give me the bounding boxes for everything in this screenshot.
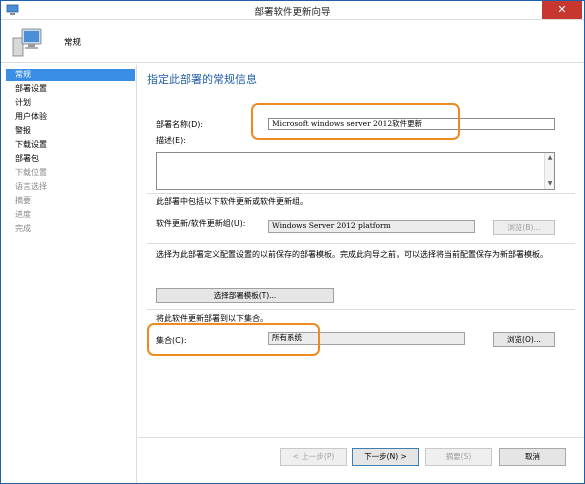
collection-field: 所有系统 <box>268 332 465 345</box>
select-template-button[interactable]: 选择部署模板(T)... <box>156 288 334 303</box>
update-group-label: 软件更新/软件更新组(U): <box>156 219 246 228</box>
nav-item-summary: 摘要 <box>15 196 31 205</box>
wizard-window: 部署软件更新向导 ✕ 常规 常规 部署设置 计划 用户体验 警报 下载设置 部署… <box>0 0 585 484</box>
nav-item-completion: 完成 <box>15 224 31 233</box>
summary-button: 摘要(S) <box>425 448 492 466</box>
separator <box>147 193 575 194</box>
header-title: 常规 <box>64 38 82 48</box>
collection-intro: 将此软件更新部署到以下集合。 <box>156 314 268 323</box>
wizard-nav: 常规 部署设置 计划 用户体验 警报 下载设置 部署包 下载位置 语言选择 摘要… <box>1 65 137 483</box>
wizard-content: 指定此部署的常规信息 部署名称(D): Microsoft windows se… <box>138 65 584 437</box>
deployment-name-input[interactable]: Microsoft windows server 2012软件更新 <box>268 118 555 130</box>
nav-item-download-settings[interactable]: 下载设置 <box>6 139 135 151</box>
template-intro: 选择为此部署定义配置设置的以前保存的部署模板。完成此向导之前，可以选择将当前配置… <box>156 250 548 259</box>
update-group-field: Windows Server 2012 platform <box>268 220 475 233</box>
previous-button: < 上一步(P) <box>280 448 347 466</box>
deployment-name-label: 部署名称(D): <box>156 120 204 129</box>
wizard-footer: < 上一步(P) 下一步(N) > 摘要(S) 取消 <box>138 437 584 483</box>
browse-collection-button[interactable]: 浏览(O)... <box>493 332 555 347</box>
description-scrollbar[interactable]: ▲ ▼ <box>544 153 554 189</box>
update-group-intro: 此部署中包括以下软件更新或软件更新组。 <box>156 197 308 206</box>
nav-item-schedule[interactable]: 计划 <box>6 97 135 109</box>
wizard-header: 常规 <box>1 21 584 63</box>
nav-item-user-experience[interactable]: 用户体验 <box>6 111 135 123</box>
window-title: 部署软件更新向导 <box>254 7 331 18</box>
nav-item-general[interactable]: 常规 <box>6 69 135 81</box>
nav-item-download-location: 下载位置 <box>15 168 47 177</box>
nav-item-language-selection: 语言选择 <box>15 182 47 191</box>
nav-item-progress: 进度 <box>15 210 31 219</box>
description-label: 描述(E): <box>156 136 186 145</box>
nav-item-alerts[interactable]: 警报 <box>6 125 135 137</box>
browse-update-group-button: 浏览(B)... <box>493 220 555 235</box>
page-title: 指定此部署的常规信息 <box>147 73 257 86</box>
scroll-up-icon[interactable]: ▲ <box>546 154 554 162</box>
computer-icon <box>12 28 42 57</box>
cancel-button[interactable]: 取消 <box>499 448 566 466</box>
separator <box>147 243 575 244</box>
close-button[interactable]: ✕ <box>542 1 582 19</box>
scroll-down-icon[interactable]: ▼ <box>546 180 554 188</box>
nav-item-deployment-package[interactable]: 部署包 <box>6 153 135 165</box>
nav-item-deployment-settings[interactable]: 部署设置 <box>6 83 135 95</box>
description-textarea[interactable]: ▲ ▼ <box>156 152 555 190</box>
title-bar[interactable]: 部署软件更新向导 ✕ <box>1 1 584 20</box>
next-button[interactable]: 下一步(N) > <box>352 448 419 466</box>
separator <box>147 309 575 310</box>
collection-label: 集合(C): <box>156 336 187 345</box>
